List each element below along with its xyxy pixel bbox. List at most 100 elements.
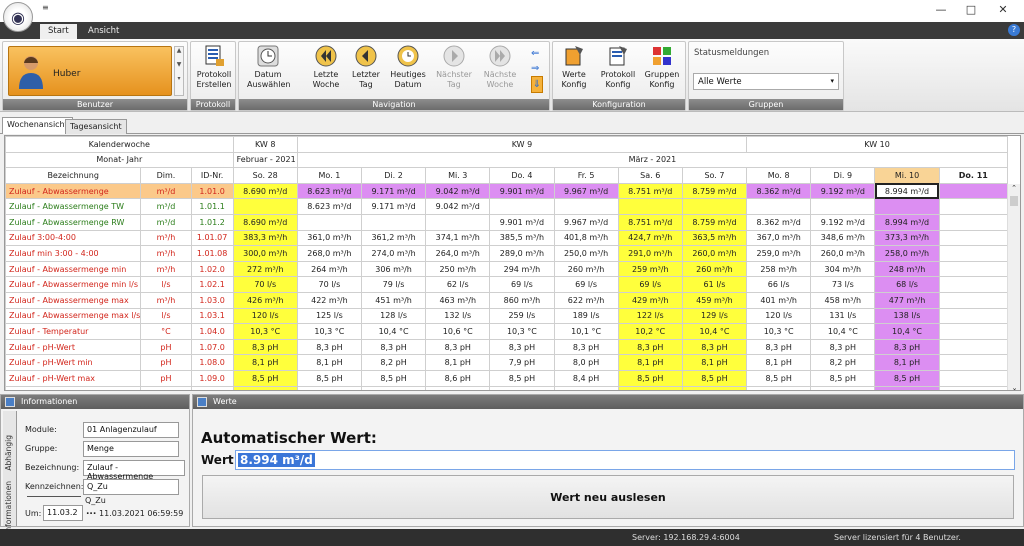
- value-cell[interactable]: 9.042 m³/d: [425, 182, 491, 200]
- col-day[interactable]: Fr. 5: [553, 167, 619, 184]
- value-cell[interactable]: 9.171 m³/d: [360, 182, 427, 200]
- value-cell[interactable]: 8,3 pH: [296, 338, 362, 356]
- value-cell[interactable]: 259 l/s: [489, 307, 555, 325]
- value-cell[interactable]: 9.042 m³/d: [425, 198, 491, 215]
- value-cell[interactable]: 8,3 pH: [810, 338, 876, 356]
- value-cell[interactable]: 300,0 m³/h: [232, 245, 298, 262]
- value-cell[interactable]: [938, 323, 1009, 340]
- value-cell[interactable]: 8.690 m³/d: [232, 182, 298, 200]
- value-cell[interactable]: [489, 198, 555, 215]
- value-cell[interactable]: 1.123 µS/cm: [553, 385, 619, 390]
- value-cell[interactable]: [938, 213, 1009, 231]
- value-cell[interactable]: 1.279 µS/cm: [360, 385, 427, 390]
- table-row[interactable]: Zulauf - Temperatur °C 1.04.0 10,3 °C 10,3 °…: [5, 323, 1009, 340]
- value-cell[interactable]: 125 l/s: [296, 307, 362, 325]
- value-cell[interactable]: [938, 198, 1009, 215]
- value-cell[interactable]: 385,5 m³/h: [489, 229, 555, 247]
- value-cell[interactable]: 8,3 pH: [489, 338, 555, 356]
- value-cell[interactable]: 9.967 m³/d: [553, 182, 619, 200]
- col-dim[interactable]: Dim.: [140, 167, 192, 184]
- value-cell[interactable]: 8,5 pH: [617, 369, 683, 387]
- table-row[interactable]: Zulauf 3:00-4:00 m³/h 1.01.07 383,3 m³/h 361…: [5, 229, 1009, 247]
- letzter-tag-button[interactable]: Letzter Tag: [345, 45, 387, 90]
- value-cell[interactable]: 8,6 pH: [425, 369, 491, 387]
- value-cell[interactable]: 120 l/s: [232, 307, 298, 325]
- protokoll-erstellen-button[interactable]: Protokoll Erstellen: [193, 45, 235, 90]
- value-cell[interactable]: 8,4 pH: [553, 369, 619, 387]
- value-cell[interactable]: 259,0 m³/h: [746, 245, 812, 262]
- value-cell[interactable]: 10,4 °C: [360, 323, 427, 340]
- table-row[interactable]: Zulauf - Abwassermenge TW m³/d 1.01.1 8.623…: [5, 198, 1009, 215]
- value-cell[interactable]: 348,6 m³/h: [810, 229, 876, 247]
- user-selector[interactable]: Huber: [8, 46, 172, 96]
- value-cell[interactable]: 8.751 m³/d: [617, 213, 683, 231]
- col-day[interactable]: Mi. 10: [874, 167, 940, 184]
- value-cell[interactable]: [296, 213, 362, 231]
- value-cell[interactable]: 8.362 m³/d: [746, 182, 812, 200]
- tab-tagesansicht[interactable]: Tagesansicht: [65, 119, 127, 134]
- col-day[interactable]: Do. 4: [489, 167, 555, 184]
- value-cell[interactable]: 1.189 µS/cm: [232, 385, 298, 390]
- table-row[interactable]: Zulauf min 3:00 - 4:00 m³/h 1.01.08 300,0 m…: [5, 245, 1009, 262]
- table-row[interactable]: Zulauf - Abwassermenge RW m³/d 1.01.2 8.690…: [5, 213, 1009, 231]
- tab-wochenansicht[interactable]: Wochenansicht: [2, 117, 73, 134]
- value-cell[interactable]: [938, 260, 1009, 278]
- user-spinner[interactable]: ▲ ▼ ▾: [174, 46, 184, 96]
- value-cell[interactable]: [938, 354, 1009, 371]
- value-cell[interactable]: 463 m³/h: [425, 291, 491, 309]
- value-cell[interactable]: 128 l/s: [360, 307, 427, 325]
- value-cell[interactable]: 8,5 pH: [874, 369, 940, 387]
- value-cell[interactable]: 8,1 pH: [425, 354, 491, 371]
- modul-field[interactable]: 01 Anlagenzulauf: [83, 422, 179, 438]
- value-cell[interactable]: 363,5 m³/h: [681, 229, 748, 247]
- table-row[interactable]: Zulauf - Abwassermenge max l/s l/s 1.03.1 1…: [5, 307, 1009, 325]
- heutiges-datum-button[interactable]: Heutiges Datum: [387, 45, 429, 90]
- table-row[interactable]: Zulauf - pH-Wert min pH 1.08.0 8,1 pH 8,1 pH…: [5, 354, 1009, 371]
- value-cell[interactable]: 10,4 °C: [810, 323, 876, 340]
- value-cell[interactable]: 8,1 pH: [681, 354, 748, 371]
- naechster-tag-button[interactable]: Nächster Tag: [433, 45, 475, 90]
- value-cell[interactable]: 69 l/s: [489, 276, 555, 293]
- table-row[interactable]: Zulauf - Abwassermenge min m³/h 1.02.0 272 …: [5, 260, 1009, 278]
- value-cell[interactable]: [938, 307, 1009, 325]
- werte-konfig-button[interactable]: Werte Konfig: [553, 45, 595, 90]
- scroll-thumb[interactable]: [1010, 196, 1018, 206]
- value-cell[interactable]: 8.623 m³/d: [296, 182, 362, 200]
- value-cell[interactable]: 9.901 m³/d: [489, 182, 555, 200]
- value-cell[interactable]: 248 m³/h: [874, 260, 940, 278]
- value-cell[interactable]: 10,2 °C: [617, 323, 683, 340]
- col-day[interactable]: Sa. 6: [617, 167, 683, 184]
- quick-access-icon[interactable]: ≡: [42, 3, 49, 12]
- value-cell[interactable]: 9.967 m³/d: [553, 213, 619, 231]
- value-cell[interactable]: 8,5 pH: [746, 369, 812, 387]
- value-cell[interactable]: 422 m³/h: [296, 291, 362, 309]
- value-cell[interactable]: 306 m³/h: [360, 260, 427, 278]
- value-cell[interactable]: 66 l/s: [746, 276, 812, 293]
- value-cell[interactable]: 258,0 m³/h: [874, 245, 940, 262]
- letzte-woche-button[interactable]: Letzte Woche: [305, 45, 347, 90]
- value-cell[interactable]: [232, 198, 298, 215]
- value-cell[interactable]: [938, 369, 1009, 387]
- value-cell[interactable]: 401 m³/h: [746, 291, 812, 309]
- scroll-up-icon[interactable]: ⌃: [1008, 184, 1020, 192]
- value-cell[interactable]: 8,0 pH: [553, 354, 619, 371]
- value-cell[interactable]: [360, 213, 427, 231]
- value-cell[interactable]: 9.901 m³/d: [489, 213, 555, 231]
- value-cell[interactable]: 7,9 pH: [489, 354, 555, 371]
- value-cell[interactable]: 1.218 µS/cm: [617, 385, 683, 390]
- arrow-down-icon[interactable]: ⇓: [531, 76, 543, 93]
- col-day[interactable]: Mi. 3: [425, 167, 491, 184]
- scroll-down-icon[interactable]: ⌄: [1008, 384, 1020, 390]
- value-cell[interactable]: 8,1 pH: [296, 354, 362, 371]
- value-cell[interactable]: 70 l/s: [232, 276, 298, 293]
- table-row[interactable]: Zulauf - Abwassermenge max m³/h 1.03.0 426 …: [5, 291, 1009, 309]
- value-cell[interactable]: 8,3 pH: [681, 338, 748, 356]
- naechste-woche-button[interactable]: Nächste Woche: [479, 45, 521, 90]
- value-cell[interactable]: 8,3 pH: [232, 338, 298, 356]
- value-cell[interactable]: 69 l/s: [553, 276, 619, 293]
- value-cell[interactable]: 373,3 m³/h: [874, 229, 940, 247]
- value-cell[interactable]: [938, 229, 1009, 247]
- value-cell[interactable]: 73 l/s: [810, 276, 876, 293]
- tab-ansicht[interactable]: Ansicht: [80, 24, 127, 39]
- arrow-right-icon[interactable]: ⇒: [531, 61, 543, 76]
